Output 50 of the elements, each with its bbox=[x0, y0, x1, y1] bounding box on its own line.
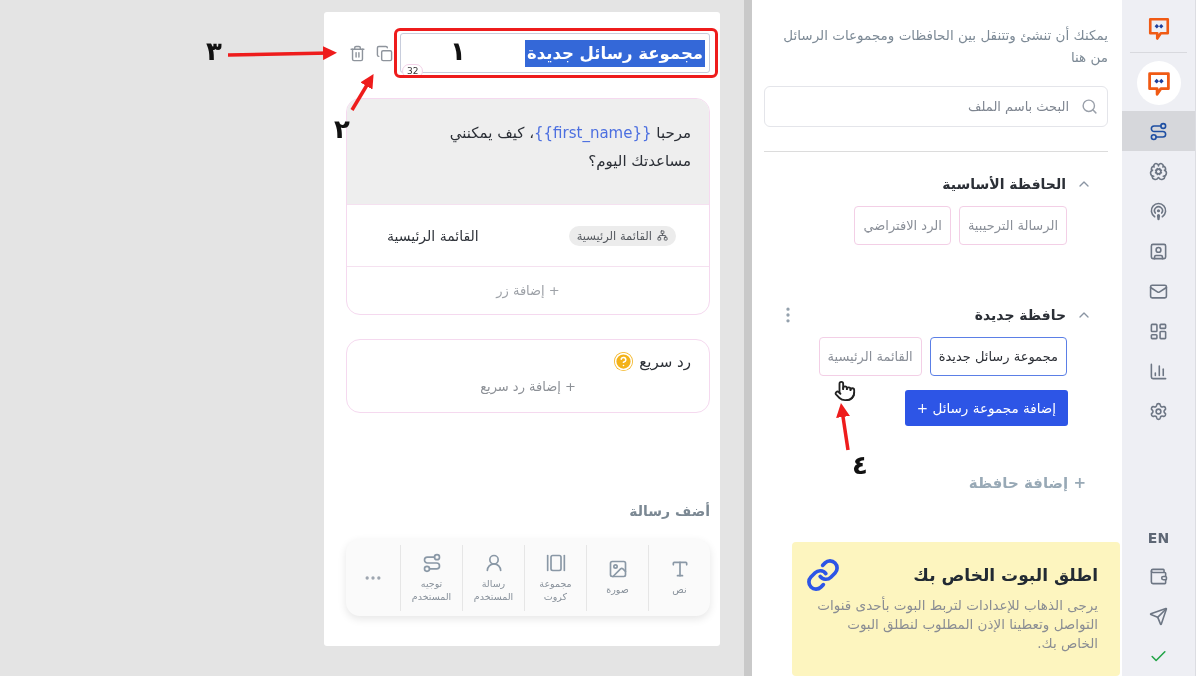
message-type-button[interactable]: صورة bbox=[586, 544, 648, 611]
annotation-number: ٢ bbox=[334, 116, 350, 142]
brain-gear-icon bbox=[1149, 161, 1168, 181]
intro-text: يمكنك أن تنشئ وتتنقل بين الحافظات ومجموعات الرسائل من هنا bbox=[782, 25, 1108, 68]
add-quick-reply-link[interactable]: + إضافة رد سريع bbox=[476, 375, 580, 398]
button-label: القائمة الرئيسية bbox=[387, 227, 479, 244]
route-icon bbox=[421, 552, 442, 573]
add-button-link[interactable]: + إضافة زر bbox=[347, 266, 709, 314]
route-icon bbox=[1149, 121, 1168, 141]
annotation-number: ١ bbox=[450, 38, 466, 64]
add-group-button[interactable]: إضافة مجموعة رسائل + bbox=[904, 390, 1068, 426]
hand-cursor-icon bbox=[834, 380, 856, 402]
wallet-icon[interactable] bbox=[1149, 566, 1168, 586]
add-message-title: أضف رسالة bbox=[628, 503, 710, 519]
message-type-button[interactable]: مجموعة كروت bbox=[524, 544, 586, 611]
promo-title: اطلق البوت الخاص بك bbox=[913, 565, 1098, 585]
message-group-chip[interactable]: الرسالة الترحيبية bbox=[958, 206, 1067, 245]
help-icon[interactable] bbox=[614, 352, 634, 371]
nav-item[interactable] bbox=[1122, 111, 1195, 151]
language-label[interactable]: EN bbox=[1147, 520, 1170, 556]
mail-icon bbox=[1149, 281, 1168, 301]
bar-chart-icon bbox=[1149, 361, 1168, 381]
search-field[interactable]: البحث باسم الملف bbox=[764, 86, 1108, 127]
menu-chip[interactable]: القائمة الرئيسية bbox=[568, 225, 676, 246]
image-icon bbox=[607, 559, 628, 579]
contact-card-icon bbox=[1149, 241, 1168, 261]
message-type-button[interactable]: توجيه المستخدم bbox=[400, 544, 462, 611]
message-group-chip[interactable]: الرد الافتراضي bbox=[854, 206, 951, 245]
cards-icon bbox=[545, 552, 566, 573]
annotation-number: ٤ bbox=[852, 452, 868, 478]
broadcast-icon bbox=[1149, 201, 1168, 221]
message-type-button[interactable]: نص bbox=[648, 544, 710, 611]
link-icon bbox=[806, 558, 840, 592]
add-folder-button[interactable]: + إضافة حافظة bbox=[968, 474, 1086, 492]
message-group-chip[interactable]: القائمة الرئيسية bbox=[818, 337, 922, 376]
message-group-chip[interactable]: مجموعة رسائل جديدة bbox=[929, 337, 1067, 376]
annotation-number: ٣ bbox=[206, 38, 222, 64]
settings-icon bbox=[1149, 401, 1168, 421]
sitemap-icon bbox=[657, 230, 668, 241]
folder-title: الحافظة الأساسية bbox=[942, 176, 1066, 192]
user-icon bbox=[483, 552, 504, 573]
quick-reply-title: رد سريع bbox=[639, 352, 691, 371]
promo-text: يرجى الذهاب للإعدادات لتربط البوت بأحدى قنوات التواصل وتعطينا الإذن المطلوب لنطلق البوت الخاص بك. bbox=[816, 596, 1098, 653]
message-type-button[interactable]: رسالة المستخدم bbox=[462, 544, 524, 611]
widgets-icon bbox=[1149, 321, 1168, 341]
annotation-arrow bbox=[350, 74, 374, 111]
folder-title: حافظة جديدة bbox=[974, 307, 1066, 323]
search-icon bbox=[1081, 98, 1098, 115]
annotation-arrow bbox=[836, 403, 850, 451]
send-icon[interactable] bbox=[1149, 606, 1168, 626]
